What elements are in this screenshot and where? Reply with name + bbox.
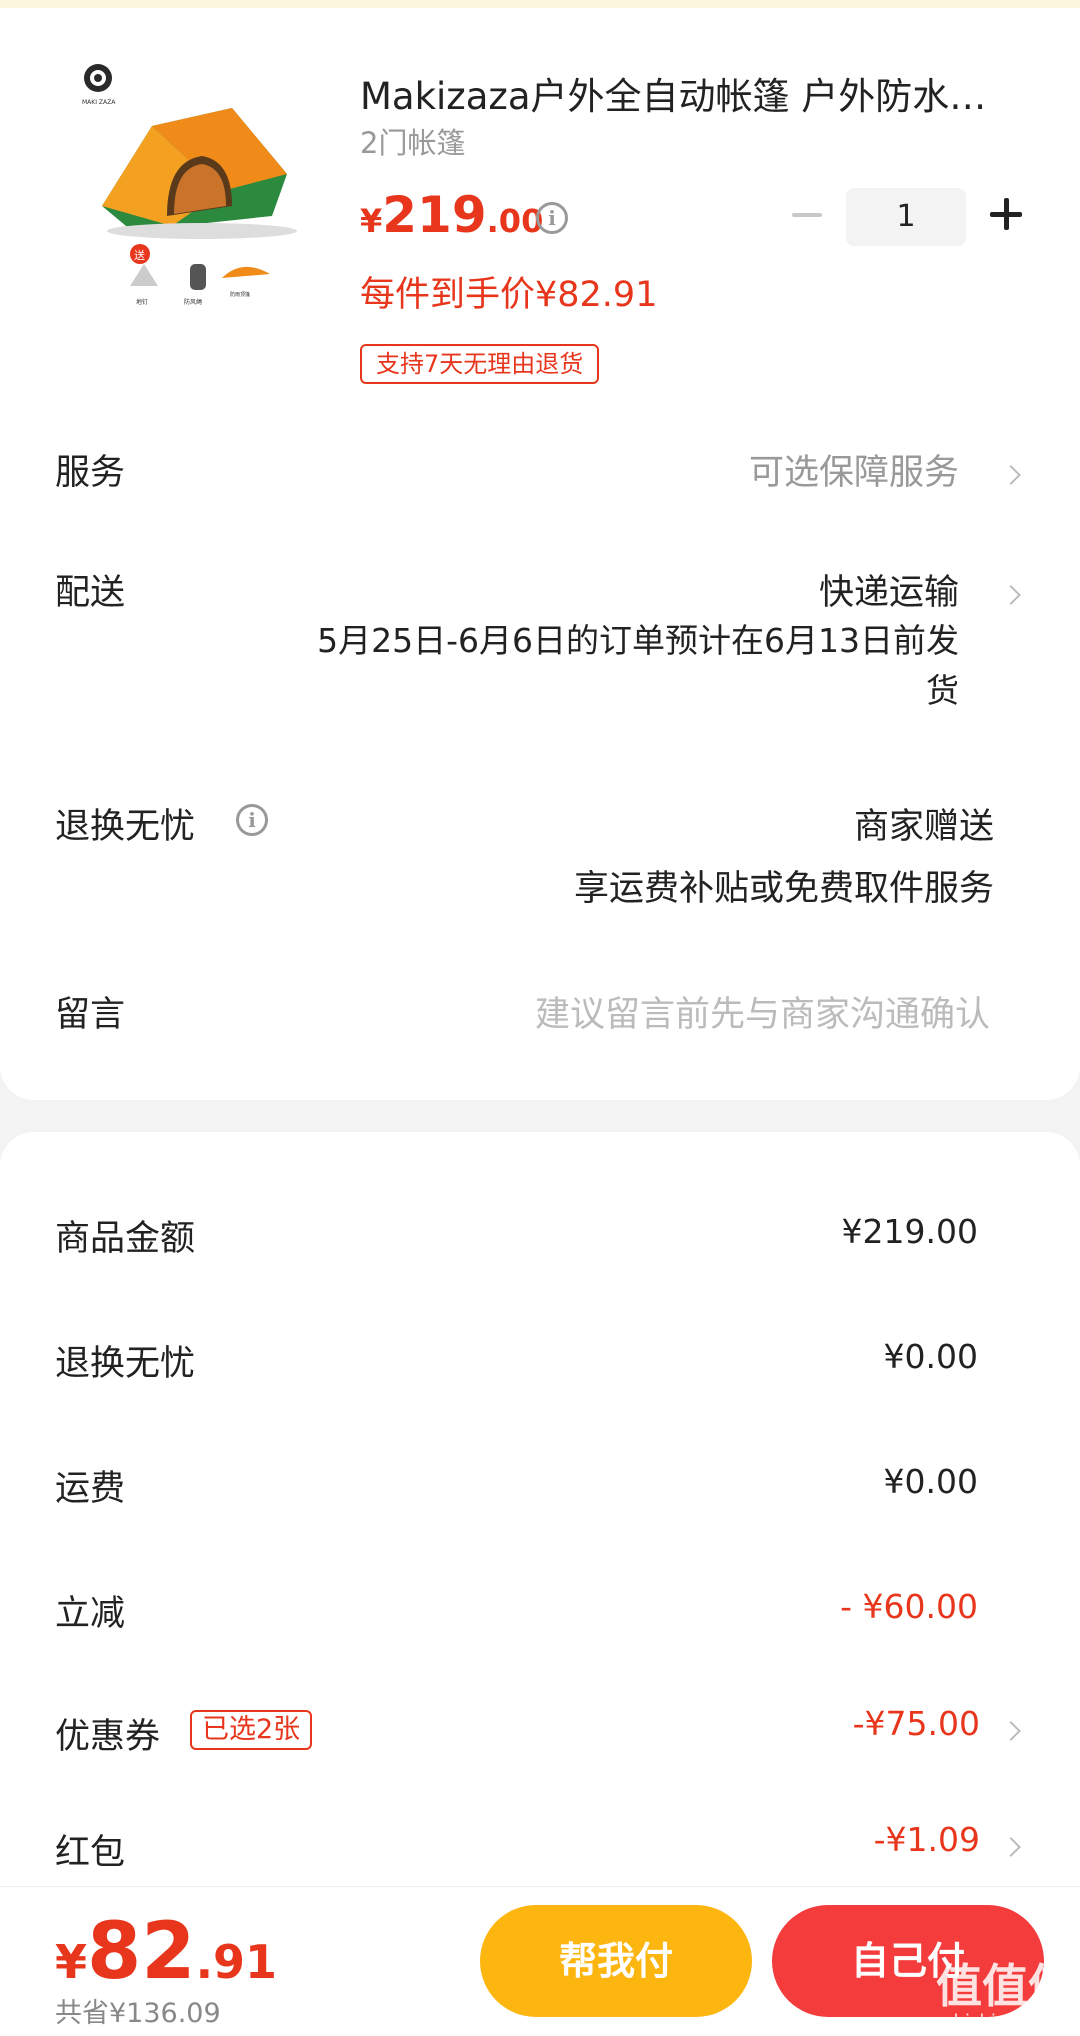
redpacket-label: 红包: [55, 1833, 126, 1873]
returns-value: 商家赠送: [853, 807, 994, 847]
goods-amount-value: ¥219.00: [841, 1212, 978, 1251]
order-item-card: MAKI ZAZA 送 地钉 防风绳 防雨顶篷 Makizaza户外全自动帐篷 …: [0, 8, 1080, 1100]
price-integer: 219: [382, 186, 487, 244]
returns-info-icon[interactable]: i: [236, 804, 268, 836]
delivery-value[interactable]: 快递运输: [819, 564, 959, 615]
help-pay-button[interactable]: 帮我付: [480, 1905, 752, 2017]
chevron-right-icon[interactable]: [1001, 465, 1021, 485]
shipping-value: ¥0.00: [883, 1462, 978, 1501]
price-currency: ¥: [360, 202, 383, 240]
product-price: ¥219.00: [360, 186, 543, 244]
message-input[interactable]: 建议留言前先与商家沟通确认: [535, 986, 990, 1037]
total-price: ¥82.91: [55, 1907, 277, 1997]
coupon-value[interactable]: -¥75.00: [853, 1704, 980, 1743]
total-currency: ¥: [55, 1935, 88, 1989]
watermark-glyphs: 值值值: [936, 1959, 1074, 2013]
delivery-note-line2: 货: [926, 671, 959, 710]
quantity-plus-button[interactable]: [990, 198, 1022, 230]
svg-text:MAKI ZAZA: MAKI ZAZA: [82, 99, 116, 106]
product-spec: 2门帐篷: [360, 126, 466, 160]
return-policy-badge: 支持7天无理由退货: [360, 344, 600, 384]
goods-amount-label: 商品金额: [55, 1219, 196, 1259]
svg-text:地钉: 地钉: [136, 298, 148, 306]
service-label: 服务: [55, 453, 126, 493]
shipping-label: 运费: [55, 1469, 126, 1509]
unit-price: 每件到手价¥82.91: [360, 275, 658, 315]
svg-text:防风绳: 防风绳: [184, 298, 202, 306]
quantity-input[interactable]: 1: [846, 188, 966, 246]
discount-label: 立减: [55, 1594, 126, 1634]
returns-note: 享运费补贴或免费取件服务: [573, 869, 994, 909]
returns-fee-value: ¥0.00: [883, 1337, 978, 1376]
top-strip: [0, 0, 1080, 8]
svg-text:防雨顶篷: 防雨顶篷: [230, 291, 250, 298]
chevron-right-icon[interactable]: [1001, 585, 1021, 605]
delivery-note-line1: 5月25日-6月6日的订单预计在6月13日前发: [317, 621, 959, 660]
quantity-minus-button[interactable]: [792, 213, 822, 217]
watermark-logo: 值值值 zhizhizhi.com: [930, 1960, 1080, 2036]
total-saved: 共省¥136.09: [55, 1998, 221, 2029]
total-decimal: .91: [195, 1935, 278, 1989]
discount-value: - ¥60.00: [840, 1587, 978, 1626]
service-value[interactable]: 可选保障服务: [749, 444, 959, 495]
checkout-bar: ¥82.91 共省¥136.09 帮我付 自己付: [0, 1886, 1080, 2036]
returns-fee-label: 退换无忧: [55, 1344, 196, 1384]
price-decimal: .00: [486, 202, 544, 240]
coupon-selected-tag[interactable]: 已选2张: [190, 1710, 313, 1750]
total-integer: 82: [87, 1907, 196, 1997]
returns-label: 退换无忧: [55, 807, 196, 847]
gift-tag: 送: [134, 248, 145, 262]
coupon-label: 优惠券: [55, 1717, 161, 1757]
watermark-site: zhizhizhi.com: [944, 2011, 1066, 2032]
tent-image: MAKI ZAZA 送 地钉 防风绳 防雨顶篷: [82, 64, 297, 306]
price-info-icon[interactable]: i: [536, 202, 568, 234]
redpacket-value[interactable]: -¥1.09: [874, 1820, 980, 1859]
product-title[interactable]: Makizaza户外全自动帐篷 户外防水帐篷: [360, 66, 1010, 120]
product-thumbnail[interactable]: MAKI ZAZA 送 地钉 防风绳 防雨顶篷: [72, 56, 332, 326]
delivery-label: 配送: [55, 573, 126, 613]
message-label: 留言: [55, 995, 126, 1035]
